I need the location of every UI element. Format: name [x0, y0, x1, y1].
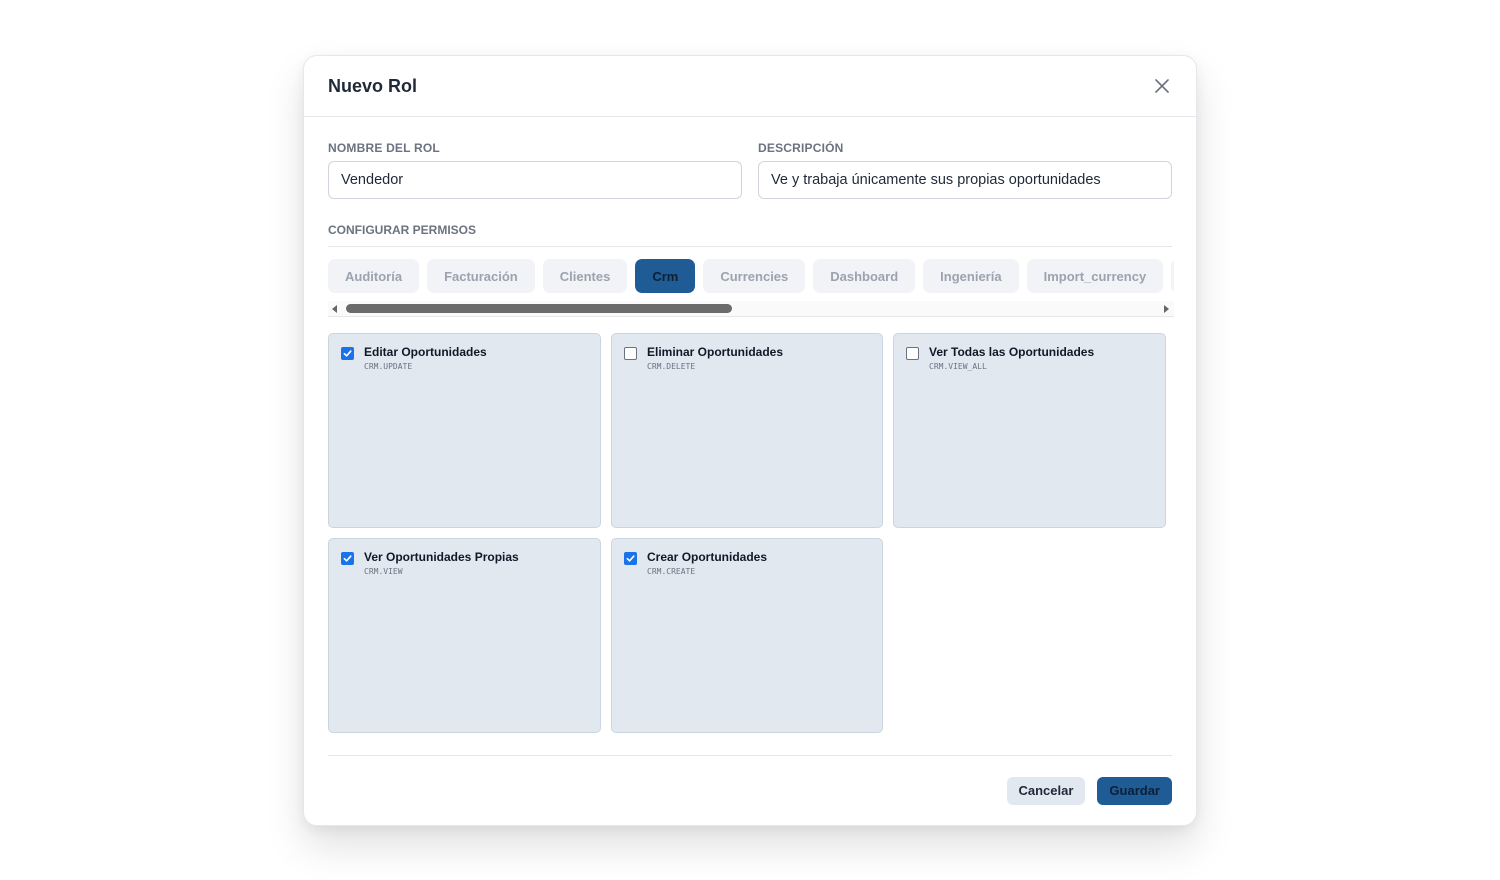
permission-card[interactable]: Ver Todas las Oportunidades CRM.VIEW_ALL [893, 333, 1166, 528]
permission-name: Eliminar Oportunidades [647, 345, 784, 359]
close-button[interactable] [1152, 76, 1172, 96]
description-field: DESCRIPCIÓN [758, 141, 1172, 199]
permission-name: Editar Oportunidades [364, 345, 487, 359]
permission-card[interactable]: Crear Oportunidades CRM.CREATE [611, 538, 883, 733]
permission-name: Ver Todas las Oportunidades [929, 345, 1095, 359]
tab-clientes[interactable]: Clientes [542, 259, 628, 293]
tabs-scrollbar[interactable] [328, 301, 1174, 317]
new-role-modal: Nuevo Rol NOMBRE DEL ROL DESCRIPCIÓN CON… [303, 55, 1197, 826]
tab-crm[interactable]: Crm [635, 259, 696, 293]
permission-text: Ver Todas las Oportunidades CRM.VIEW_ALL [929, 345, 1094, 371]
scrollbar-thumb[interactable] [346, 304, 732, 313]
check-icon [626, 555, 635, 562]
permission-code: CRM.DELETE [647, 362, 696, 371]
role-name-label: NOMBRE DEL ROL [328, 141, 440, 155]
permission-code: CRM.CREATE [647, 567, 696, 576]
permission-text: Eliminar Oportunidades CRM.DELETE [647, 345, 783, 371]
modal-title: Nuevo Rol [328, 75, 418, 96]
check-icon [343, 350, 352, 357]
permission-code: CRM.UPDATE [364, 362, 413, 371]
description-label: DESCRIPCIÓN [758, 141, 844, 155]
permission-checkbox[interactable] [624, 347, 637, 360]
module-tabs-container: Auditoría Facturación Clientes Crm Currencie… [328, 259, 1174, 293]
permission-card[interactable]: Editar Oportunidades CRM.UPDATE [328, 333, 601, 528]
tab-dashboard[interactable]: Dashboard [813, 259, 916, 293]
permission-text: Crear Oportunidades CRM.CREATE [647, 550, 767, 576]
role-fields: NOMBRE DEL ROL DESCRIPCIÓN [328, 141, 1172, 199]
permission-card[interactable]: Ver Oportunidades Propias CRM.VIEW [328, 538, 601, 733]
permission-text: Editar Oportunidades CRM.UPDATE [364, 345, 487, 371]
tab-currencies[interactable]: Currencies [703, 259, 806, 293]
permission-text: Ver Oportunidades Propias CRM.VIEW [364, 550, 519, 576]
modal-header: Nuevo Rol [304, 56, 1196, 117]
permission-checkbox[interactable] [906, 347, 919, 360]
role-name-field: NOMBRE DEL ROL [328, 141, 742, 199]
tab-auditor-a[interactable]: Auditoría [328, 259, 420, 293]
modal-body: NOMBRE DEL ROL DESCRIPCIÓN CONFIGURAR PE… [304, 117, 1196, 733]
module-tabs: Auditoría Facturación Clientes Crm Currencie… [328, 259, 1174, 293]
tab-ingenier-a[interactable]: Ingeniería [923, 259, 1019, 293]
modal-footer: Cancelar Guardar [328, 755, 1172, 825]
permissions-grid: Editar Oportunidades CRM.UPDATE Eliminar O… [328, 333, 1172, 733]
close-icon [1155, 79, 1169, 93]
permission-name: Crear Oportunidades [647, 550, 768, 564]
tab-inventario[interactable]: Inventario [1171, 259, 1174, 293]
permission-name: Ver Oportunidades Propias [364, 550, 519, 564]
permission-code: CRM.VIEW_ALL [929, 362, 987, 371]
scroll-left-arrow-icon[interactable] [332, 305, 337, 313]
permission-checkbox[interactable] [341, 552, 354, 565]
save-button[interactable]: Guardar [1097, 776, 1172, 805]
cancel-button[interactable]: Cancelar [1006, 776, 1086, 805]
tab-facturaci-n[interactable]: Facturación [427, 259, 535, 293]
role-name-input[interactable] [328, 161, 742, 199]
permission-card[interactable]: Eliminar Oportunidades CRM.DELETE [611, 333, 883, 528]
check-icon [343, 555, 352, 562]
permission-code: CRM.VIEW [364, 567, 403, 576]
permissions-section-label: CONFIGURAR PERMISOS [328, 223, 1172, 247]
permission-checkbox[interactable] [624, 552, 637, 565]
permission-checkbox[interactable] [341, 347, 354, 360]
description-input[interactable] [758, 161, 1172, 199]
tab-import-currency[interactable]: Import_currency [1026, 259, 1164, 293]
scroll-right-arrow-icon[interactable] [1164, 305, 1169, 313]
